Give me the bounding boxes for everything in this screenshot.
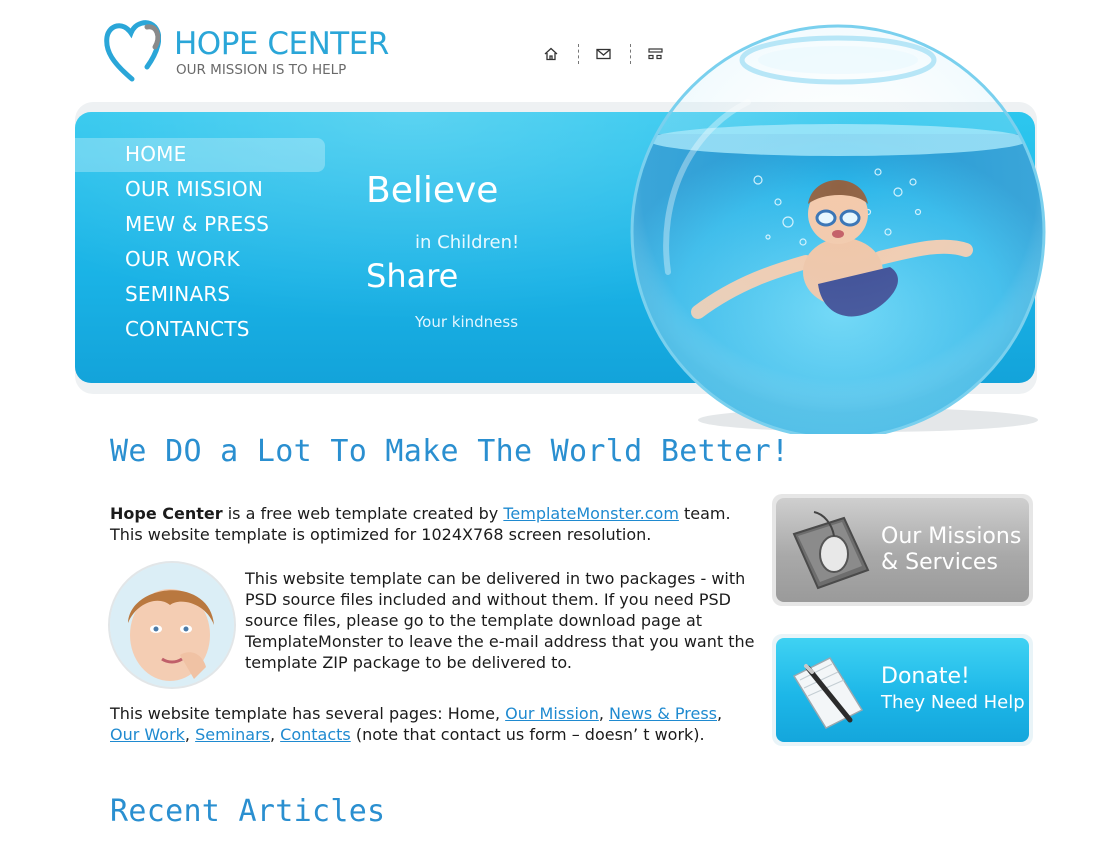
templatemonster-link[interactable]: TemplateMonster.com (503, 504, 679, 523)
nav-item-news-press[interactable]: MEW & PRESS (125, 212, 269, 236)
nav-item-our-mission[interactable]: OUR MISSION (125, 177, 263, 201)
nav-item-our-work[interactable]: OUR WORK (125, 247, 240, 271)
missions-line2: & Services (881, 550, 998, 575)
missions-line1: Our Missions (881, 524, 1022, 549)
pages-text: This website template has several pages:… (110, 704, 506, 723)
nav-active-highlight (75, 138, 325, 172)
nav-item-seminars[interactable]: SEMINARS (125, 282, 230, 306)
home-icon[interactable] (542, 46, 560, 62)
contacts-link[interactable]: Contacts (280, 725, 351, 744)
avatar (110, 563, 234, 687)
missions-services-button[interactable]: Our Missions & Services (772, 494, 1033, 606)
recent-articles-heading: Recent Articles (110, 794, 386, 829)
main-heading: We DO a Lot To Make The World Better! (110, 434, 790, 469)
nav-item-home[interactable]: HOME (125, 142, 186, 166)
news-press-link[interactable]: News & Press (609, 704, 717, 723)
pages-paragraph: This website template has several pages:… (110, 704, 723, 744)
mouse-tablet-icon (792, 511, 870, 590)
donate-line1: Donate! (881, 664, 970, 689)
fishbowl-child-image (630, 24, 1046, 434)
banner-slogan-believe: Believe (366, 170, 499, 211)
logo-heart-icon (104, 20, 161, 82)
seminars-link[interactable]: Seminars (195, 725, 270, 744)
child-portrait-image (110, 563, 234, 687)
banner-slogan-children: in Children! (415, 232, 520, 253)
donate-line2: They Need Help (881, 692, 1025, 713)
notepad-pen-icon (792, 657, 864, 729)
icon-separator (578, 44, 579, 64)
mail-icon[interactable] (594, 46, 612, 62)
donate-button[interactable]: Donate! They Need Help (772, 634, 1033, 746)
banner-slogan-kindness: Your kindness (415, 313, 519, 331)
nav-item-contacts[interactable]: CONTANCTS (125, 317, 250, 341)
our-work-link[interactable]: Our Work (110, 725, 185, 744)
intro-text: is a free web template created by (222, 504, 504, 523)
pages-text-end: (note that contact us form – doesn’ t wo… (350, 725, 705, 744)
our-mission-link[interactable]: Our Mission (505, 704, 599, 723)
brand-tagline: OUR MISSION IS TO HELP (176, 62, 347, 78)
intro-bold: Hope Center (110, 504, 223, 523)
packages-paragraph: This website template can be delivered i… (245, 569, 755, 672)
brand-title[interactable]: HOPE CENTER (174, 26, 389, 62)
intro-paragraph: Hope Center is a free web template creat… (110, 503, 760, 545)
banner-slogan-share: Share (366, 257, 459, 295)
